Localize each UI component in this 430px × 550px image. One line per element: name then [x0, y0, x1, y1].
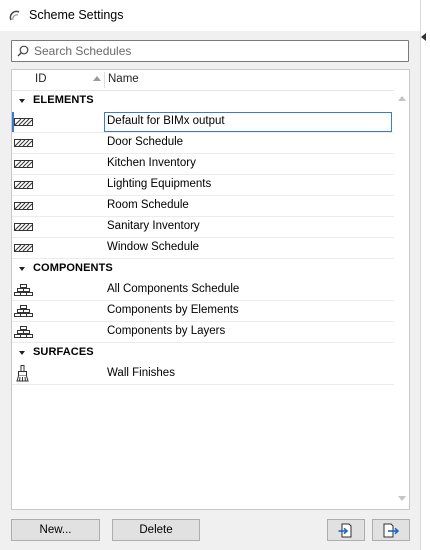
search-icon: [17, 45, 29, 57]
list-header: ID Name: [12, 70, 394, 91]
schedule-name: Sanitary Inventory: [107, 220, 200, 232]
search-box[interactable]: [11, 40, 409, 62]
hatch-icon: [14, 202, 33, 210]
schedule-name: Door Schedule: [107, 136, 184, 148]
collapse-arrow-icon[interactable]: [421, 33, 426, 41]
schedule-name: Room Schedule: [107, 199, 189, 211]
schedule-name: Lighting Equipments: [107, 178, 212, 190]
import-icon: [338, 523, 352, 538]
title-bar: Scheme Settings: [0, 0, 420, 31]
group-row[interactable]: COMPONENTS: [12, 259, 394, 280]
bricks-icon: [14, 284, 33, 296]
column-header-id[interactable]: ID: [35, 73, 47, 85]
collapse-panel-strip[interactable]: [420, 0, 430, 550]
list-item[interactable]: Components by Layers: [12, 322, 394, 343]
expand-arrow-icon[interactable]: [19, 99, 25, 103]
sort-ascending-icon: [93, 76, 101, 81]
column-divider[interactable]: [104, 72, 105, 88]
schedule-name: Window Schedule: [107, 241, 200, 253]
list-item[interactable]: Lighting Equipments: [12, 175, 394, 196]
new-button[interactable]: New...: [11, 519, 100, 541]
paint-brush-icon: [16, 365, 29, 382]
delete-button[interactable]: Delete: [112, 519, 200, 541]
list-item[interactable]: Sanitary Inventory: [12, 217, 394, 238]
hatch-icon: [14, 244, 33, 252]
schedule-name: Components by Layers: [107, 325, 226, 337]
expand-arrow-icon[interactable]: [19, 267, 25, 271]
list-item[interactable]: Components by Elements: [12, 301, 394, 322]
bricks-icon: [14, 326, 33, 338]
schedule-name: All Components Schedule: [107, 283, 240, 295]
expand-arrow-icon[interactable]: [19, 351, 25, 355]
list-item[interactable]: Kitchen Inventory: [12, 154, 394, 175]
schedule-name: Wall Finishes: [107, 367, 175, 379]
column-header-name[interactable]: Name: [108, 73, 139, 85]
list-item[interactable]: Door Schedule: [12, 133, 394, 154]
search-input[interactable]: [34, 42, 394, 60]
schedule-name: Kitchen Inventory: [107, 157, 196, 169]
group-label: SURFACES: [33, 346, 94, 358]
list-item[interactable]: Wall Finishes: [12, 364, 394, 385]
hatch-icon: [14, 181, 33, 189]
hatch-icon: [14, 160, 33, 168]
export-icon: [383, 523, 399, 538]
group-row[interactable]: SURFACES: [12, 343, 394, 364]
group-label: COMPONENTS: [33, 262, 113, 274]
window-title: Scheme Settings: [29, 8, 124, 22]
app-arc-icon: [9, 10, 20, 21]
scroll-down-icon[interactable]: [398, 496, 406, 501]
import-button[interactable]: [327, 519, 365, 541]
vertical-scrollbar[interactable]: [394, 90, 409, 509]
schedule-list: ID Name ELEMENTS Default for BIMx output D…: [11, 69, 410, 510]
hatch-icon: [14, 223, 33, 231]
bricks-icon: [14, 305, 33, 317]
list-item[interactable]: All Components Schedule: [12, 280, 394, 301]
scroll-up-icon[interactable]: [398, 96, 406, 101]
group-label: ELEMENTS: [33, 94, 94, 106]
list-item[interactable]: Window Schedule: [12, 238, 394, 259]
schedule-name: Components by Elements: [107, 304, 239, 316]
list-item[interactable]: Room Schedule: [12, 196, 394, 217]
list-item[interactable]: Default for BIMx output: [12, 112, 394, 133]
hatch-icon: [14, 118, 33, 126]
group-row[interactable]: ELEMENTS: [12, 91, 394, 112]
export-button[interactable]: [372, 519, 410, 541]
schedule-name: Default for BIMx output: [107, 115, 225, 127]
hatch-icon: [14, 139, 33, 147]
